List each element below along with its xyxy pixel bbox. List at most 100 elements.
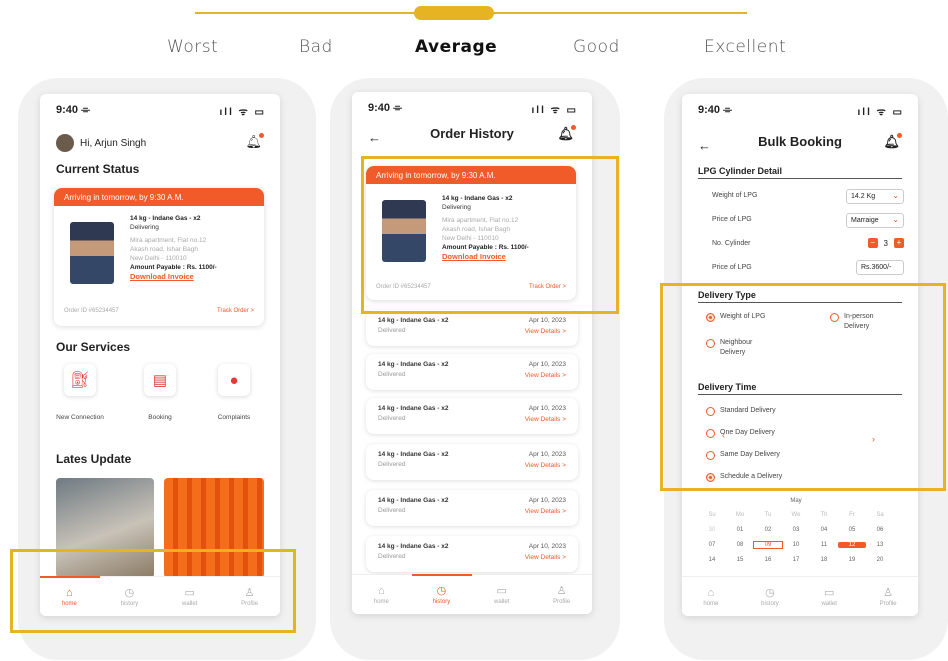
calendar-day[interactable]: 19 xyxy=(838,557,866,563)
wallet-icon: ▭ xyxy=(496,585,507,597)
view-details-link[interactable]: View Details > xyxy=(525,416,566,423)
scale-label-bad[interactable]: Bad xyxy=(299,37,333,57)
scale-label-worst[interactable]: Worst xyxy=(167,37,218,57)
history-item[interactable]: 14 kg - Indane Gas - x2 Delivered Apr 10… xyxy=(366,536,578,572)
track-order-link[interactable]: Track Order > xyxy=(217,308,254,314)
back-arrow-icon[interactable]: ← xyxy=(698,138,711,153)
history-item-date: Apr 10, 2023 xyxy=(528,497,566,504)
current-order-card[interactable]: Arriving in tomorrow, by 9:30 A.M. 14 kg… xyxy=(54,188,264,326)
calendar-day-selected[interactable]: 09 xyxy=(753,541,783,549)
weekday-label: Th xyxy=(820,512,828,518)
tab-wallet[interactable]: ▭ wallet xyxy=(494,584,509,605)
divider xyxy=(698,178,902,179)
avatar[interactable] xyxy=(56,134,74,152)
calendar-day[interactable]: 13 xyxy=(866,542,894,548)
history-item-date: Apr 10, 2023 xyxy=(528,543,566,550)
tab-home[interactable]: ⌂ home xyxy=(703,587,718,607)
new-connection-button[interactable]: ⛽︎ xyxy=(64,364,96,396)
greeting-text: Hi, Arjun Singh xyxy=(80,137,147,149)
calendar-day[interactable]: 06 xyxy=(866,527,894,533)
price-value: Marraige xyxy=(851,217,879,224)
delivery-person-photo xyxy=(70,222,114,284)
tab-label: home xyxy=(373,598,389,605)
cylinder-count-label: No. Cylinder xyxy=(712,240,751,247)
notification-bell-icon[interactable]: 🔔︎ xyxy=(245,133,264,150)
tab-profile[interactable]: ♙ Profile xyxy=(880,586,897,607)
history-header: ← Order History 🔔︎ xyxy=(352,125,592,150)
calendar-day[interactable]: 07 xyxy=(698,542,726,548)
highlight-current-order xyxy=(361,156,619,314)
calendar-day[interactable]: 20 xyxy=(866,557,894,563)
calendar-day[interactable]: 17 xyxy=(782,557,810,563)
calendar-day[interactable]: 02 xyxy=(754,527,782,533)
ux-comparison-board: Worst Bad Average Good Excellent 9:40 ⌯ … xyxy=(0,0,948,661)
history-icon: ◷ xyxy=(765,587,775,599)
calendar-day[interactable]: 14 xyxy=(698,557,726,563)
calendar-grid: Su Mo Tu We Th Fr Sa 30 01 02 03 04 05 0… xyxy=(698,512,894,563)
chevron-down-icon: ⌄ xyxy=(892,215,899,224)
notification-bell-icon[interactable]: 🔔︎ xyxy=(883,133,902,150)
history-icon: ◷ xyxy=(436,585,447,597)
wallet-icon: ▭ xyxy=(823,587,835,599)
scale-label-excellent[interactable]: Excellent xyxy=(704,37,786,57)
profile-icon: ♙ xyxy=(883,587,894,599)
booking-button[interactable]: ▤ xyxy=(144,364,176,396)
profile-icon: ♙ xyxy=(556,585,567,597)
rating-scale-knob[interactable] xyxy=(414,6,494,20)
history-item[interactable]: 14 kg - Indane Gas - x2 Delivered Apr 10… xyxy=(366,398,578,434)
gas-cylinder-add-icon: ⛽︎ xyxy=(69,372,91,389)
scale-label-good[interactable]: Good xyxy=(573,37,620,57)
active-tab-indicator xyxy=(412,574,472,576)
tab-wallet[interactable]: ▭ wallet xyxy=(822,586,837,607)
bottom-tab-bar: ⌂ home ◷ history ▭ wallet ♙ Profile xyxy=(682,576,918,616)
price-select[interactable]: Marraige ⌄ xyxy=(846,213,904,228)
increment-button[interactable]: + xyxy=(894,238,904,248)
view-details-link[interactable]: View Details > xyxy=(525,462,566,469)
calendar-day[interactable]: 18 xyxy=(810,557,838,563)
status-time: 9:40 ⌯ xyxy=(56,104,90,116)
weight-select[interactable]: 14.2 Kg ⌄ xyxy=(846,189,904,204)
calendar-day[interactable]: 05 xyxy=(838,527,866,533)
tab-history[interactable]: ◷ history xyxy=(761,586,779,607)
calendar-day[interactable]: 16 xyxy=(754,557,782,563)
home-icon: ⌂ xyxy=(378,584,385,597)
weight-value: 14.2 Kg xyxy=(851,193,876,200)
view-details-link[interactable]: View Details > xyxy=(525,554,566,561)
notification-bell-icon[interactable]: 🔔︎ xyxy=(557,125,576,142)
calendar-day[interactable]: 01 xyxy=(726,527,754,533)
history-item[interactable]: 14 kg - Indane Gas - x2 Delivered Apr 10… xyxy=(366,444,578,480)
address-line: New Delhi - 110010 xyxy=(130,255,187,262)
calendar-day[interactable]: 08 xyxy=(726,542,754,548)
calendar-day[interactable]: 15 xyxy=(726,557,754,563)
weekday-label: Sa xyxy=(876,512,884,518)
complaints-button[interactable]: ● xyxy=(218,364,250,396)
history-item[interactable]: 14 kg - Indane Gas - x2 Delivered Apr 10… xyxy=(366,310,578,346)
order-details: 14 kg - Indane Gas - x2 Delivering Mira … xyxy=(130,214,217,281)
scale-label-average[interactable]: Average xyxy=(415,37,497,57)
calendar-day[interactable]: 10 xyxy=(782,542,810,548)
calendar-day[interactable]: 03 xyxy=(782,527,810,533)
download-invoice-link[interactable]: Download Invoice xyxy=(130,272,217,281)
calendar-day-today[interactable]: 12 xyxy=(838,542,866,548)
total-price-field: Rs.3600/- xyxy=(856,260,904,275)
page-title: Order History xyxy=(430,126,514,141)
calendar-day[interactable]: 30 xyxy=(698,527,726,533)
back-arrow-icon[interactable]: ← xyxy=(368,130,381,145)
quantity-value: 3 xyxy=(883,238,888,248)
current-status-title: Current Status xyxy=(56,162,140,176)
decrement-button[interactable]: − xyxy=(867,238,878,248)
address-line: Akash road, Ishar Bagh xyxy=(130,246,198,253)
history-item[interactable]: 14 kg - Indane Gas - x2 Delivered Apr 10… xyxy=(366,490,578,526)
status-bar: 9:40 ⌯ ıll ᯤ ▭ xyxy=(352,92,592,122)
tab-history[interactable]: ◷ history xyxy=(433,584,451,605)
view-details-link[interactable]: View Details > xyxy=(525,328,566,335)
tab-home[interactable]: ⌂ home xyxy=(374,585,389,605)
view-details-link[interactable]: View Details > xyxy=(525,372,566,379)
view-details-link[interactable]: View Details > xyxy=(525,508,566,515)
weekday-label: We xyxy=(791,512,801,518)
calendar-day[interactable]: 11 xyxy=(810,542,838,548)
calendar-day[interactable]: 04 xyxy=(810,527,838,533)
history-item-date: Apr 10, 2023 xyxy=(528,451,566,458)
tab-profile[interactable]: ♙ Profile xyxy=(553,584,570,605)
history-item[interactable]: 14 kg - Indane Gas - x2 Delivered Apr 10… xyxy=(366,354,578,390)
